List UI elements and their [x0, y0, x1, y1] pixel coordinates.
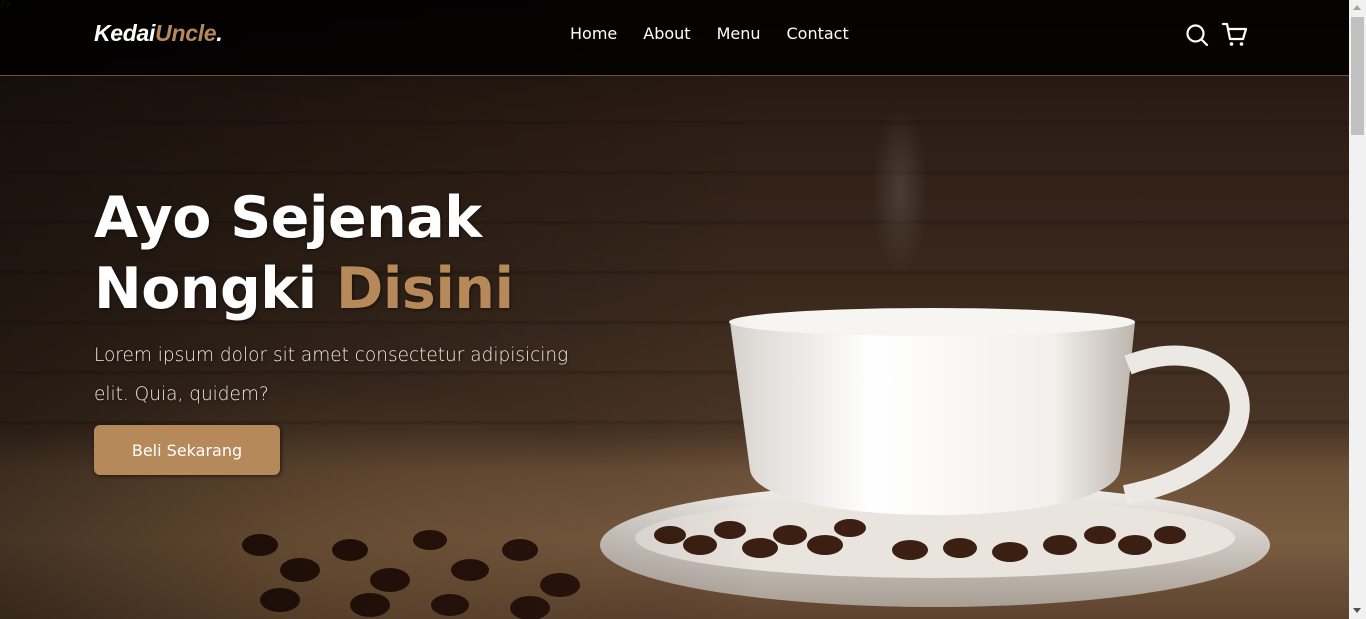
nav-link-menu[interactable]: Menu — [717, 24, 761, 43]
vertical-scrollbar[interactable] — [1349, 0, 1366, 619]
hero-title-line2: Nongki — [94, 256, 337, 322]
nav-link-contact[interactable]: Contact — [787, 24, 849, 43]
search-icon[interactable] — [1184, 22, 1210, 48]
scrollbar-thumb[interactable] — [1351, 17, 1364, 135]
nav-icons — [1184, 22, 1260, 48]
scroll-down-arrow-icon[interactable] — [1353, 608, 1361, 613]
brand-name-main: Kedai — [94, 20, 156, 46]
hero-title-line1: Ayo Sejenak — [94, 185, 482, 251]
shopping-cart-icon[interactable] — [1222, 22, 1248, 48]
navbar: KedaiUncle. Home About Menu Contact — [0, 0, 1349, 76]
nav-link-home[interactable]: Home — [570, 24, 617, 43]
hero-description: Lorem ipsum dolor sit amet consectetur a… — [94, 345, 569, 405]
brand-name-accent: Uncle — [155, 20, 217, 46]
brand-name-dot: . — [216, 20, 223, 46]
scroll-up-arrow-icon[interactable] — [1353, 5, 1361, 10]
brand-logo[interactable]: KedaiUncle. — [94, 20, 223, 47]
beli-sekarang-button[interactable]: Beli Sekarang — [94, 425, 280, 475]
hero-title-accent: Disini — [336, 256, 514, 322]
nav-link-about[interactable]: About — [643, 24, 690, 43]
nav-links: Home About Menu Contact — [570, 24, 875, 43]
hero-title: Ayo Sejenak Nongki Disini — [94, 183, 514, 325]
